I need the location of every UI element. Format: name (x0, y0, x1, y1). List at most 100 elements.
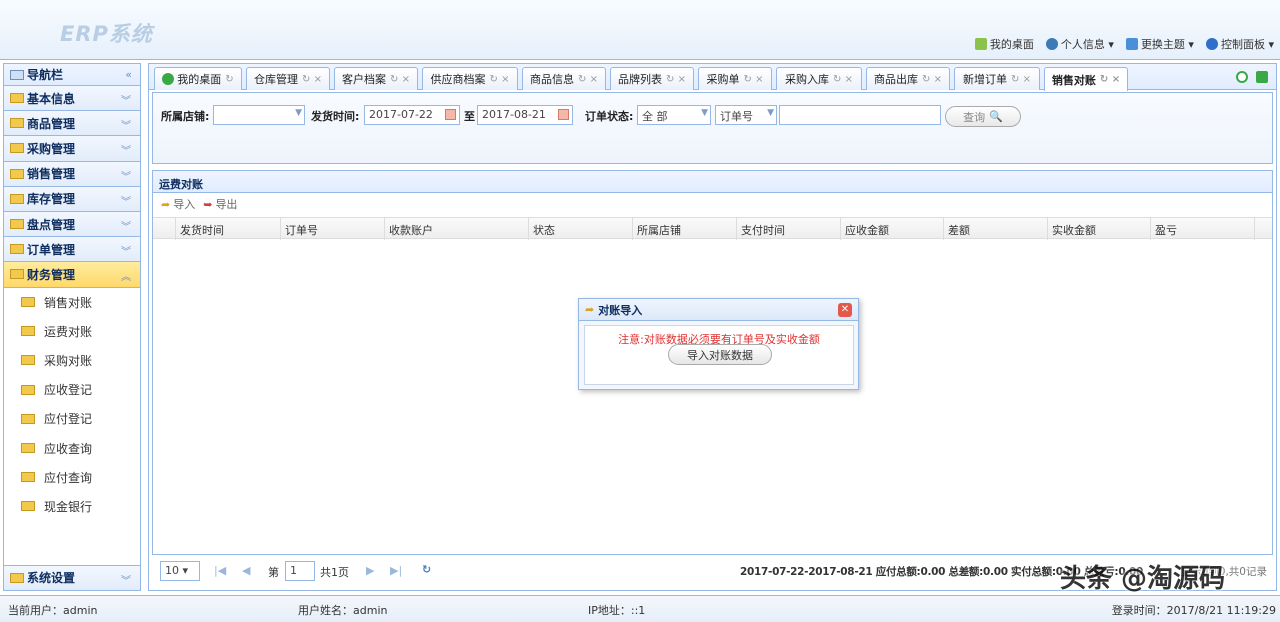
refresh-close-icon[interactable]: ↻ × (578, 74, 598, 85)
tab-goods-out[interactable]: 商品出库 ↻ × (866, 67, 950, 90)
sidebar-group-finance[interactable]: 财务管理 ︽ (4, 262, 140, 288)
tab-purchase-order[interactable]: 采购单 ↻ × (698, 67, 772, 90)
col-order-no[interactable]: 订单号 (285, 222, 318, 238)
search-field-select[interactable]: 订单号 ▼ (715, 105, 777, 125)
refresh-close-icon[interactable]: ↻ × (302, 74, 322, 85)
refresh-close-icon[interactable]: ↻ × (1011, 74, 1031, 85)
search-input[interactable] (779, 105, 941, 125)
date-from-input[interactable]: 2017-07-22 (364, 105, 460, 125)
sidebar-item-receivable-register[interactable]: 应收登记 (4, 375, 140, 404)
tab-suppliers[interactable]: 供应商档案 ↻ × (422, 67, 518, 90)
export-button[interactable]: ➥ 导出 (203, 196, 237, 212)
chevron-down-icon: ▼ (767, 108, 774, 118)
header-control-panel-menu[interactable]: 控制面板 ▾ (1205, 36, 1274, 52)
refresh-close-icon[interactable]: ↻ × (490, 74, 510, 85)
import-dialog: ➦ 对账导入 ✕ 注意:对账数据必须要有订单号及实收金额 导入对账数据 (578, 298, 859, 390)
import-icon: ➦ (585, 303, 595, 316)
tab-brands[interactable]: 品牌列表 ↻ × (610, 67, 694, 90)
order-status-select[interactable]: 全 部 ▼ (637, 105, 711, 125)
column-divider (1047, 218, 1048, 240)
sidebar-group-basic[interactable]: 基本信息 ︾ (4, 86, 140, 112)
import-button[interactable]: ➦ 导入 (161, 196, 195, 212)
menu-icon (10, 219, 24, 230)
status-login-time: 登录时间：2017/8/21 11:19:29 (1111, 604, 1276, 617)
col-received[interactable]: 实收金额 (1052, 222, 1096, 238)
prev-page-icon[interactable]: ◀ (242, 564, 250, 577)
header-desktop-link[interactable]: 我的桌面 (974, 36, 1034, 52)
sidebar-item-payable-register[interactable]: 应付登记 (4, 404, 140, 433)
close-icon[interactable]: ✕ (838, 303, 852, 317)
nav-icon (10, 69, 24, 80)
column-divider (384, 218, 385, 240)
refresh-icon[interactable]: ↻ (225, 74, 233, 85)
sidebar-group-stock[interactable]: 库存管理 ︾ (4, 186, 140, 212)
menu-icon (10, 193, 24, 204)
fullscreen-icon[interactable] (1256, 71, 1268, 83)
sidebar-group-orders[interactable]: 订单管理 ︾ (4, 237, 140, 263)
refresh-close-icon[interactable]: ↻ × (922, 74, 942, 85)
col-pay-time[interactable]: 支付时间 (741, 222, 785, 238)
order-status-label: 订单状态: (585, 110, 634, 123)
tab-purchase-in[interactable]: 采购入库 ↻ × (776, 67, 862, 90)
app-logo: ERP系统 (60, 22, 153, 46)
header-profile-menu[interactable]: 个人信息 ▾ (1045, 36, 1114, 52)
column-divider (632, 218, 633, 240)
tab-sales-reconcile[interactable]: 销售对账 ↻ × (1044, 67, 1128, 91)
sidebar-group-goods[interactable]: 商品管理 ︾ (4, 111, 140, 137)
chevron-down-icon: ︾ (121, 171, 131, 183)
sidebar: 导航栏 « 基本信息 ︾ 商品管理 ︾ 采购管理 ︾ 销售管理 ︾ 库存管理 ︾ 盘点管理 ︾… (3, 63, 141, 591)
page-number-input[interactable]: 1 (285, 561, 315, 581)
sidebar-group-purchase[interactable]: 采购管理 ︾ (4, 136, 140, 162)
col-difference[interactable]: 差额 (948, 222, 970, 238)
refresh-close-icon[interactable]: ↻ × (744, 74, 764, 85)
menu-item-icon (21, 501, 35, 512)
tab-new-order[interactable]: 新增订单 ↻ × (954, 67, 1040, 90)
col-store[interactable]: 所属店铺 (637, 222, 681, 238)
next-page-icon[interactable]: ▶ (366, 564, 374, 577)
refresh-close-icon[interactable]: ↻ × (666, 74, 686, 85)
refresh-close-icon[interactable]: ↻ × (1100, 74, 1120, 85)
query-button[interactable]: 查询 🔍 (945, 106, 1021, 127)
to-label: 至 (464, 110, 475, 123)
sidebar-item-freight-reconcile[interactable]: 运费对账 (4, 317, 140, 346)
import-data-button[interactable]: 导入对账数据 (668, 344, 772, 365)
menu-item-icon (21, 355, 35, 366)
tab-swap-icon[interactable] (1236, 71, 1248, 83)
calendar-icon[interactable] (445, 109, 456, 120)
collapse-sidebar-icon[interactable]: « (125, 68, 132, 81)
col-receivable[interactable]: 应收金额 (845, 222, 889, 238)
store-select[interactable]: ▼ (213, 105, 305, 125)
header-theme-menu[interactable]: 更换主题 ▾ (1125, 36, 1194, 52)
sidebar-item-receivable-query[interactable]: 应收查询 (4, 433, 140, 462)
last-page-icon[interactable]: ▶| (390, 564, 402, 577)
tab-warehouse[interactable]: 仓库管理 ↻ × (246, 67, 330, 90)
refresh-close-icon[interactable]: ↻ × (833, 74, 853, 85)
date-to-input[interactable]: 2017-08-21 (477, 105, 573, 125)
panel-title: 运费对账 (153, 171, 1272, 193)
col-profit-loss[interactable]: 盈亏 (1155, 222, 1177, 238)
header-nav: 我的桌面 个人信息 ▾ 更换主题 ▾ 控制面板 ▾ (974, 36, 1274, 52)
tab-customers[interactable]: 客户档案 ↻ × (334, 67, 418, 90)
tab-goods-info[interactable]: 商品信息 ↻ × (522, 67, 606, 90)
help-icon (1205, 38, 1218, 50)
calendar-icon[interactable] (558, 109, 569, 120)
menu-item-icon (21, 443, 35, 454)
sidebar-item-cash-bank[interactable]: 现金银行 (4, 492, 140, 521)
menu-item-icon (21, 472, 35, 483)
refresh-close-icon[interactable]: ↻ × (390, 74, 410, 85)
page-size-select[interactable]: 10 ▾ (160, 561, 200, 581)
sidebar-item-purchase-reconcile[interactable]: 采购对账 (4, 346, 140, 375)
menu-item-icon (21, 297, 35, 308)
tab-desktop[interactable]: 我的桌面 ↻ (154, 67, 242, 90)
first-page-icon[interactable]: |◀ (214, 564, 226, 577)
sidebar-item-payable-query[interactable]: 应付查询 (4, 463, 140, 492)
sidebar-group-system[interactable]: 系统设置 ︾ (4, 564, 140, 590)
sidebar-group-sales[interactable]: 销售管理 ︾ (4, 161, 140, 187)
col-status[interactable]: 状态 (533, 222, 555, 238)
sidebar-item-sales-reconcile[interactable]: 销售对账 (4, 288, 140, 317)
sidebar-group-inventory[interactable]: 盘点管理 ︾ (4, 211, 140, 238)
menu-icon (10, 143, 24, 154)
col-account[interactable]: 收款账户 (389, 222, 433, 238)
col-ship-time[interactable]: 发货时间 (180, 222, 224, 238)
refresh-icon[interactable]: ↻ (422, 563, 431, 576)
